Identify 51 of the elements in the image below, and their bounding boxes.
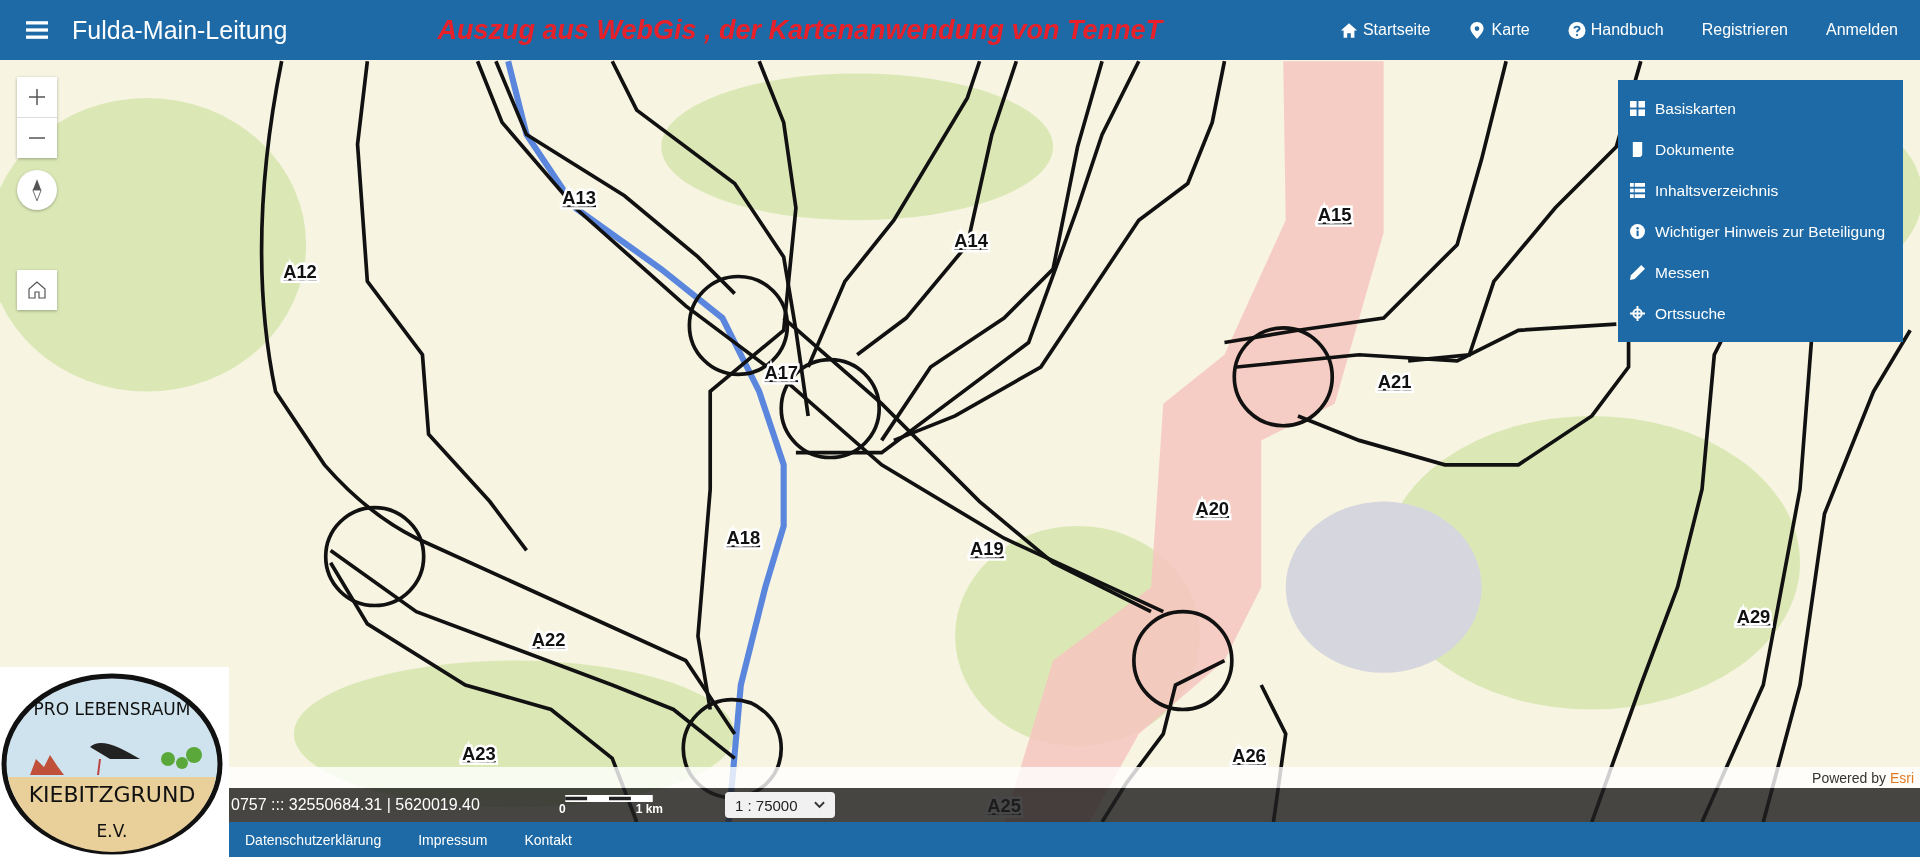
nav-link[interactable]: Startseite — [1339, 21, 1431, 39]
corridor-label: A26 — [1232, 745, 1266, 767]
menu-item[interactable]: Wichtiger Hinweis zur Beteiligung — [1618, 211, 1903, 252]
menu-icon[interactable] — [26, 21, 48, 39]
menu-item[interactable]: Messen — [1618, 252, 1903, 293]
nav-link[interactable]: Handbuch — [1567, 21, 1664, 39]
corridor-label: A15 — [1317, 204, 1352, 226]
grid-icon — [1630, 101, 1645, 116]
nav-link[interactable]: Registrieren — [1701, 21, 1788, 39]
banner-text: Auszug aus WebGis , der Kartenanwendung von TenneT — [437, 14, 1162, 46]
info-icon — [1630, 224, 1645, 239]
footer-link[interactable]: Impressum — [418, 831, 488, 848]
menu-item[interactable]: Inhaltsverzeichnis — [1618, 170, 1903, 211]
plus-icon — [27, 87, 47, 107]
logo-name: KIEBITZGRUND — [28, 782, 196, 807]
coordinates-text: 0757 ::: 32550684.31 | 5620019.40 — [231, 796, 481, 814]
home-icon — [27, 280, 47, 300]
crosshair-icon — [1630, 306, 1645, 321]
corridor-label: A22 — [531, 628, 566, 650]
corridor-label: A19 — [970, 538, 1004, 560]
corridor-label: A12 — [283, 260, 317, 282]
home-button[interactable] — [17, 270, 57, 310]
corridor-label: A20 — [1195, 498, 1230, 519]
menu-item[interactable]: Basiskarten — [1618, 88, 1903, 129]
location-pin-icon — [1468, 21, 1487, 39]
footer-link[interactable]: Datenschutzerklärung — [245, 831, 382, 848]
nav-link[interactable]: Anmelden — [1825, 21, 1898, 39]
footer-link[interactable]: Kontakt — [524, 831, 572, 848]
corridor-label: A18 — [726, 527, 761, 549]
scale-select[interactable]: 1 : 75000 — [725, 792, 835, 818]
home-icon — [1339, 21, 1358, 39]
scale-end-label: 1 km — [635, 801, 663, 816]
minus-icon — [27, 137, 47, 139]
help-icon — [1567, 21, 1586, 39]
logo-text: PRO LEBENSRAUM — [33, 699, 191, 719]
scale-start-label: 0 — [559, 801, 566, 816]
corridor-label: A23 — [461, 742, 496, 764]
list-icon — [1630, 183, 1645, 198]
nav-link[interactable]: Karte — [1468, 21, 1530, 39]
logo-suffix: E.V. — [96, 821, 128, 841]
menu-item[interactable]: Ortssuche — [1618, 293, 1903, 334]
book-icon — [1630, 142, 1645, 157]
caret-icon — [814, 801, 825, 809]
corridor-label: A21 — [1377, 370, 1412, 392]
pencil-icon — [1630, 265, 1645, 280]
corridor-label: A29 — [1736, 605, 1771, 627]
menu-item[interactable]: Dokumente — [1618, 129, 1903, 170]
attribution-text: Powered by Esri — [1812, 769, 1914, 786]
zoom-in-button[interactable] — [17, 77, 57, 117]
app-title: Fulda-Main-Leitung — [72, 15, 288, 45]
compass-needle-icon — [32, 178, 42, 202]
